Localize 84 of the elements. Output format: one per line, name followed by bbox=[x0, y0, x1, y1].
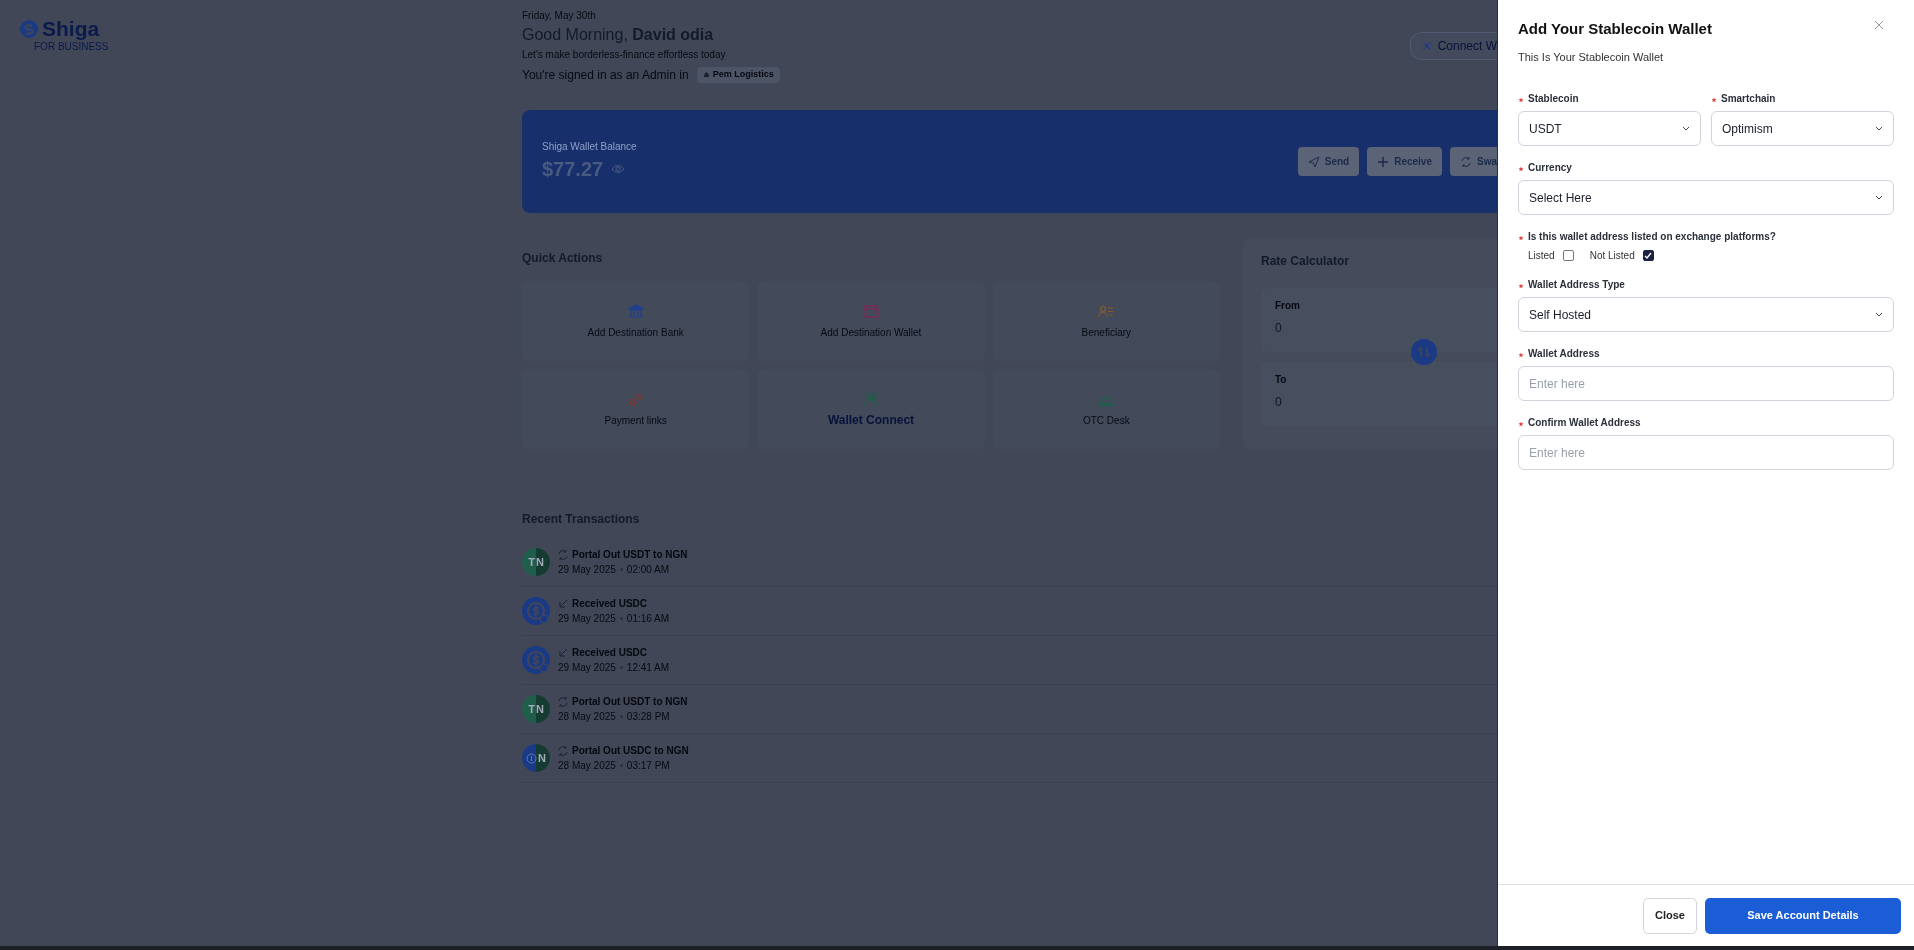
org-icon bbox=[702, 71, 710, 79]
arrow-down-left-icon bbox=[558, 647, 568, 658]
swap-icon bbox=[558, 696, 568, 707]
transaction-date: 28 May 2025 bbox=[558, 710, 616, 724]
drawer-title: Add Your Stablecoin Wallet bbox=[1518, 19, 1712, 39]
field-label: Currency bbox=[1528, 162, 1572, 173]
bank-icon bbox=[626, 302, 645, 321]
arrow-down-left-icon bbox=[558, 598, 568, 609]
transaction-date: 29 May 2025 bbox=[558, 563, 616, 577]
quick-action-tile[interactable]: Beneficiary bbox=[992, 281, 1220, 361]
transaction-title: Portal Out USDT to NGN bbox=[572, 695, 688, 709]
select-field[interactable]: Select Here bbox=[1518, 180, 1894, 215]
field-label: Wallet Address bbox=[1528, 348, 1600, 359]
transaction-time: 02:00 AM bbox=[626, 563, 670, 577]
field-label: Wallet Address Type bbox=[1528, 279, 1625, 290]
field-label: To bbox=[1275, 373, 1288, 387]
swap-icon bbox=[558, 549, 568, 560]
coin-icon bbox=[526, 752, 537, 764]
wallet-icon bbox=[862, 302, 880, 321]
chevron-down-icon bbox=[1875, 195, 1883, 200]
select-field[interactable]: Self Hosted bbox=[1518, 297, 1894, 332]
brand-name: Shiga bbox=[42, 18, 100, 39]
text-field[interactable]: Enter here bbox=[1518, 366, 1894, 401]
balance-action-button[interactable]: Swa bbox=[1450, 147, 1497, 176]
quick-action-tile[interactable]: Payment links bbox=[522, 369, 750, 449]
plus-icon bbox=[1377, 155, 1390, 168]
token-letter: T bbox=[528, 701, 535, 717]
field-label: From bbox=[1275, 299, 1301, 313]
swap-icon bbox=[1460, 155, 1472, 168]
coin-icon bbox=[522, 646, 550, 674]
connect-wallet-button[interactable]: Connect W bbox=[1409, 32, 1497, 60]
signed-in-text: You're signed in as an Admin in bbox=[522, 67, 689, 84]
amount-field[interactable]: 0 bbox=[1275, 319, 1483, 337]
quick-action-tile[interactable]: OTC Desk bbox=[992, 369, 1220, 449]
transaction-title: Portal Out USDC to NGN bbox=[572, 744, 689, 758]
select-field[interactable]: USDT bbox=[1518, 111, 1701, 146]
chevron-down-icon bbox=[1875, 312, 1883, 317]
option-label: Listed bbox=[1528, 249, 1555, 263]
balance-action-button[interactable]: Receive bbox=[1367, 147, 1442, 176]
quick-action-tile[interactable]: Wallet Connect bbox=[757, 369, 985, 449]
plug-icon bbox=[1420, 40, 1433, 52]
transaction-date: 29 May 2025 bbox=[558, 612, 616, 626]
quick-action-tile[interactable]: Add Destination Bank bbox=[522, 281, 750, 361]
greeting-subtitle: Let's make borderless-finance effortless today bbox=[522, 48, 727, 62]
transaction-time: 12:41 AM bbox=[626, 661, 670, 675]
select-field[interactable]: Optimism bbox=[1711, 111, 1894, 146]
save-button[interactable]: Save Account Details bbox=[1705, 897, 1901, 934]
text-field[interactable]: Enter here bbox=[1518, 435, 1894, 470]
token-letter: N bbox=[535, 554, 544, 570]
token-letter: N bbox=[535, 701, 544, 717]
option-label: Not Listed bbox=[1589, 249, 1635, 263]
close-button[interactable]: Close bbox=[1643, 897, 1697, 934]
chevron-down-icon bbox=[1875, 126, 1883, 131]
eye-icon[interactable] bbox=[611, 164, 626, 174]
token-letter: N bbox=[538, 750, 546, 766]
drawer-subtitle: This Is Your Stablecoin Wallet bbox=[1518, 49, 1665, 65]
amount-field[interactable]: 0 bbox=[1275, 393, 1483, 411]
field-label: Smartchain bbox=[1721, 93, 1776, 104]
checkbox[interactable] bbox=[1642, 250, 1654, 261]
quick-action-tile[interactable]: Add Destination Wallet bbox=[757, 281, 985, 361]
transaction-time: 01:16 AM bbox=[626, 612, 670, 626]
organization-chip: Pem Logistics bbox=[696, 67, 780, 83]
transaction-title: Received USDC bbox=[572, 597, 648, 611]
transaction-title: Received USDC bbox=[572, 646, 648, 660]
balance-label: Shiga Wallet Balance bbox=[542, 140, 637, 154]
transaction-date: 29 May 2025 bbox=[558, 661, 616, 675]
plug-icon bbox=[862, 389, 880, 407]
coin-icon bbox=[522, 597, 550, 625]
balance-action-button[interactable]: Send bbox=[1297, 147, 1360, 176]
logo-icon bbox=[20, 19, 38, 38]
close-icon[interactable] bbox=[1874, 20, 1884, 30]
field-label: Confirm Wallet Address bbox=[1528, 417, 1641, 428]
transaction-date: 28 May 2025 bbox=[558, 759, 616, 773]
field-label: Is this wallet address listed on exchange platforms? bbox=[1528, 231, 1776, 242]
token-letter: T bbox=[528, 554, 535, 570]
field-label: Stablecoin bbox=[1528, 93, 1579, 104]
send-icon bbox=[1307, 155, 1320, 168]
transaction-time: 03:17 PM bbox=[626, 759, 670, 773]
swap-icon bbox=[558, 745, 568, 756]
date-text: Friday, May 30th bbox=[522, 9, 597, 23]
checkbox[interactable] bbox=[1562, 250, 1574, 261]
transaction-title: Portal Out USDT to NGN bbox=[572, 548, 688, 562]
transaction-time: 03:28 PM bbox=[626, 710, 670, 724]
chevron-down-icon bbox=[1682, 126, 1690, 131]
